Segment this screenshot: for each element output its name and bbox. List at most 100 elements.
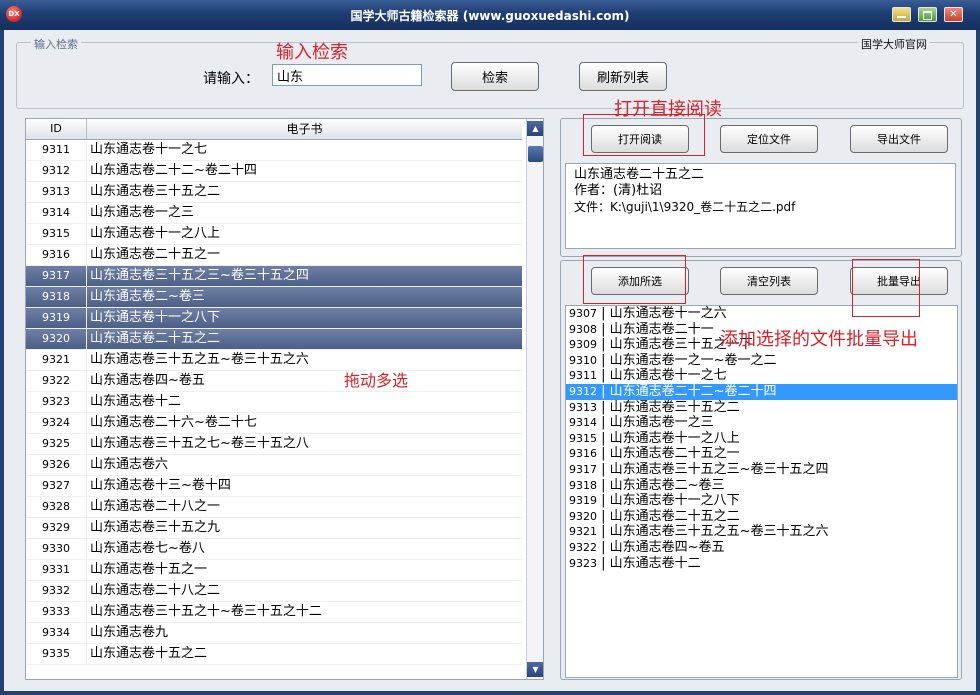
table-row[interactable]: 9332 山东通志卷二十八之二 xyxy=(26,581,522,602)
title-bar[interactable]: DX 国学大师古籍检索器 (www.guoxuedashi.com) ✕ xyxy=(0,0,980,30)
refresh-list-button[interactable]: 刷新列表 xyxy=(579,62,667,91)
table-row[interactable]: 9315 山东通志卷十一之八上 xyxy=(26,224,522,245)
list-item[interactable]: 9310 | 山东通志卷一之一~卷一之二 xyxy=(566,353,957,369)
clear-list-button[interactable]: 清空列表 xyxy=(720,267,818,295)
list-item-separator: | xyxy=(597,555,610,571)
table-row[interactable]: 9319 山东通志卷十一之八下 xyxy=(26,308,522,329)
row-book-name: 山东通志卷十一之七 xyxy=(90,142,208,157)
table-row[interactable]: 9317 山东通志卷三十五之三~卷三十五之四 xyxy=(26,266,522,287)
table-row[interactable]: 9316 山东通志卷二十五之一 xyxy=(26,245,522,266)
row-id: 9331 xyxy=(26,560,87,580)
row-book-name: 山东通志卷十一之八下 xyxy=(90,310,221,325)
list-item-separator: | xyxy=(597,306,610,321)
row-book-name: 山东通志卷三十五之五~卷三十五之六 xyxy=(90,352,309,367)
list-item[interactable]: 9323 | 山东通志卷十二 xyxy=(566,556,957,572)
list-item-name: 山东通志卷三十五之五~卷三十五之六 xyxy=(609,524,829,540)
list-item[interactable]: 9316 | 山东通志卷二十五之一 xyxy=(566,446,957,462)
table-row[interactable]: 9328 山东通志卷二十八之一 xyxy=(26,497,522,518)
list-item-id: 9320 xyxy=(569,509,597,523)
list-item-id: 9307 xyxy=(569,307,597,320)
table-row[interactable]: 9313 山东通志卷三十五之二 xyxy=(26,182,522,203)
list-item[interactable]: 9322 | 山东通志卷四~卷五 xyxy=(566,540,957,556)
table-row[interactable]: 9318 山东通志卷二~卷三 xyxy=(26,287,522,308)
row-book-name: 山东通志卷十一之八上 xyxy=(90,226,221,241)
table-row[interactable]: 9331 山东通志卷十五之一 xyxy=(26,560,522,581)
list-item[interactable]: 9315 | 山东通志卷十一之八上 xyxy=(566,431,957,447)
list-item-name: 山东通志卷二十二~卷二十四 xyxy=(609,383,777,399)
row-id: 9334 xyxy=(26,623,87,643)
selected-files-list[interactable]: 9307 | 山东通志卷十一之六 9308 | 山东通志卷二十一 9309 | 山东… xyxy=(565,305,958,678)
list-item-id: 9309 xyxy=(569,338,597,352)
row-id: 9327 xyxy=(26,476,87,496)
list-item-id: 9310 xyxy=(569,353,597,367)
row-book-name: 山东通志卷三十五之九 xyxy=(90,520,221,535)
table-row[interactable]: 9333 山东通志卷三十五之十~卷三十五之十二 xyxy=(26,602,522,623)
row-id: 9326 xyxy=(26,455,87,475)
maximize-icon xyxy=(923,11,932,20)
row-id: 9320 xyxy=(26,329,87,349)
list-item-id: 9321 xyxy=(569,525,597,539)
table-row[interactable]: 9324 山东通志卷二十六~卷二十七 xyxy=(26,413,522,434)
close-button[interactable]: ✕ xyxy=(944,7,963,22)
locate-file-button[interactable]: 定位文件 xyxy=(720,125,818,153)
table-row[interactable]: 9325 山东通志卷三十五之七~卷三十五之八 xyxy=(26,434,522,455)
scroll-down-icon[interactable]: ▼ xyxy=(527,662,543,677)
table-row[interactable]: 9335 山东通志卷十五之二 xyxy=(26,644,522,665)
table-row[interactable]: 9322 山东通志卷四~卷五 xyxy=(26,371,522,392)
list-item-id: 9322 xyxy=(569,540,597,554)
table-row[interactable]: 9329 山东通志卷三十五之九 xyxy=(26,518,522,539)
row-book-name: 山东通志卷二十八之二 xyxy=(90,583,221,598)
list-item-separator: | xyxy=(597,477,610,493)
list-item-separator: | xyxy=(597,461,610,477)
minimize-button[interactable] xyxy=(892,7,911,22)
table-row[interactable]: 9314 山东通志卷一之三 xyxy=(26,203,522,224)
list-item[interactable]: 9314 | 山东通志卷一之三 xyxy=(566,415,957,431)
table-row[interactable]: 9321 山东通志卷三十五之五~卷三十五之六 xyxy=(26,350,522,371)
list-item[interactable]: 9312 | 山东通志卷二十二~卷二十四 xyxy=(566,383,957,400)
list-item[interactable]: 9313 | 山东通志卷三十五之二 xyxy=(566,400,957,416)
list-item-name: 山东通志卷十二 xyxy=(609,555,701,571)
table-row[interactable]: 9311 山东通志卷十一之七 xyxy=(26,140,522,161)
table-row[interactable]: 9323 山东通志卷十二 xyxy=(26,392,522,413)
search-button[interactable]: 检索 xyxy=(451,62,539,91)
row-book-name: 山东通志卷二十八之一 xyxy=(90,499,221,514)
scroll-thumb[interactable] xyxy=(528,146,543,162)
book-list-rows: 9311 山东通志卷十一之七 9312 山东通志卷二十二~卷二十四 9313 山东通志卷三… xyxy=(26,140,522,665)
list-item[interactable]: 9317 | 山东通志卷三十五之三~卷三十五之四 xyxy=(566,462,957,478)
search-input[interactable] xyxy=(272,64,422,86)
list-item-id: 9308 xyxy=(569,322,597,336)
app-window: DX 国学大师古籍检索器 (www.guoxuedashi.com) ✕ 输入检… xyxy=(0,0,980,695)
window-title: 国学大师古籍检索器 (www.guoxuedashi.com) xyxy=(350,9,630,23)
export-file-button[interactable]: 导出文件 xyxy=(850,125,948,153)
list-item[interactable]: 9319 | 山东通志卷十一之八下 xyxy=(566,493,957,509)
column-header-book[interactable]: 电子书 xyxy=(87,119,522,139)
table-row[interactable]: 9312 山东通志卷二十二~卷二十四 xyxy=(26,161,522,182)
list-item-name: 山东通志卷一之三 xyxy=(609,415,714,431)
list-item-separator: | xyxy=(597,321,610,337)
row-book-name: 山东通志卷七~卷八 xyxy=(90,541,205,556)
list-item[interactable]: 9311 | 山东通志卷十一之七 xyxy=(566,368,957,384)
annotation-box-batch-export xyxy=(852,259,920,317)
list-item[interactable]: 9318 | 山东通志卷二~卷三 xyxy=(566,478,957,494)
row-id: 9315 xyxy=(26,224,87,244)
row-book-name: 山东通志卷三十五之二 xyxy=(90,184,221,199)
book-list-scrollbar[interactable]: ▲ ▼ xyxy=(526,119,543,679)
table-row[interactable]: 9330 山东通志卷七~卷八 xyxy=(26,539,522,560)
annotation-drag-multi: 拖动多选 xyxy=(344,371,409,390)
row-book-name: 山东通志卷三十五之三~卷三十五之四 xyxy=(90,268,309,283)
close-icon: ✕ xyxy=(949,9,958,20)
list-item[interactable]: 9320 | 山东通志卷二十五之二 xyxy=(566,509,957,525)
list-item[interactable]: 9321 | 山东通志卷三十五之五~卷三十五之六 xyxy=(566,524,957,540)
row-id: 9330 xyxy=(26,539,87,559)
book-list-panel[interactable]: ID 电子书 9311 山东通志卷十一之七 9312 山东通志卷二十二~卷二十四 931… xyxy=(25,118,544,680)
table-row[interactable]: 9326 山东通志卷六 xyxy=(26,455,522,476)
scroll-up-icon[interactable]: ▲ xyxy=(527,121,543,136)
table-row[interactable]: 9334 山东通志卷九 xyxy=(26,623,522,644)
table-row[interactable]: 9320 山东通志卷二十五之二 xyxy=(26,329,522,350)
column-header-id[interactable]: ID xyxy=(26,119,87,139)
list-item-separator: | xyxy=(597,399,610,415)
table-row[interactable]: 9327 山东通志卷十三~卷十四 xyxy=(26,476,522,497)
official-site-link[interactable]: 国学大师官网 xyxy=(858,36,930,52)
maximize-button[interactable] xyxy=(918,7,937,22)
row-book-name: 山东通志卷九 xyxy=(90,625,169,640)
